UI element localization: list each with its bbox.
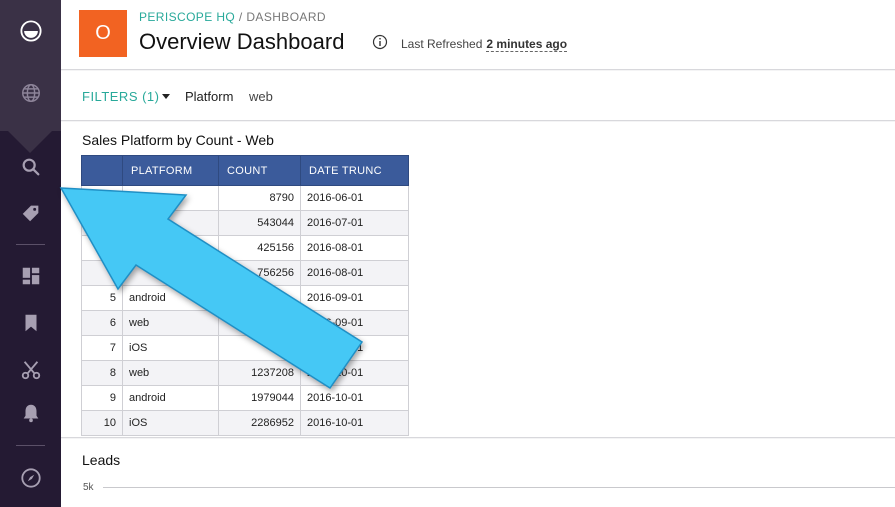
sidebar-divider (16, 445, 45, 446)
platform-cell: android (122, 385, 219, 411)
platform-cell (122, 210, 219, 236)
date-cell: 2016-10-01 (300, 410, 409, 436)
column-header-index[interactable] (81, 155, 123, 186)
last-refreshed-label: Last Refreshed (401, 37, 483, 51)
breadcrumb-page: DASHBOARD (246, 10, 326, 24)
platform-cell: android (122, 285, 219, 311)
compass-icon[interactable] (18, 465, 44, 491)
tag-icon[interactable] (18, 200, 44, 226)
count-cell: 756256 (218, 260, 301, 286)
column-header-date-trunc[interactable]: DATE TRUNC (300, 155, 409, 186)
platform-cell: iOS (122, 410, 219, 436)
table-row: 1 8790 2016-06-01 (81, 185, 409, 211)
dashboard-logo: O (79, 10, 127, 57)
breadcrumb-org-link[interactable]: PERISCOPE HQ (139, 10, 235, 24)
sidebar-divider (16, 244, 45, 245)
widget-title: Leads (82, 452, 121, 468)
platform-cell (122, 260, 219, 286)
last-refreshed: Last Refreshed 2 minutes ago (401, 37, 568, 52)
table-row: 9 android 1979044 2016-10-01 (81, 385, 409, 411)
filters-bar: FILTERS (1) Platform web (61, 71, 895, 121)
count-cell: 543044 (218, 210, 301, 236)
count-cell: 8790 (218, 185, 301, 211)
count-cell (218, 285, 301, 311)
count-cell (218, 310, 301, 336)
platform-cell: web (122, 360, 219, 386)
logo-letter: O (95, 22, 111, 44)
sidebar (0, 0, 61, 507)
platform-cell: iOS (122, 335, 219, 361)
breadcrumb: PERISCOPE HQ / DASHBOARD (139, 10, 326, 24)
column-header-platform[interactable]: PLATFORM (122, 155, 219, 186)
count-cell: 2286952 (218, 410, 301, 436)
row-index: 2 (81, 210, 123, 236)
widget-title: Sales Platform by Count - Web (82, 132, 274, 148)
count-cell (218, 335, 301, 361)
caret-down-icon[interactable] (162, 94, 170, 99)
date-cell: 2016-08-01 (300, 235, 409, 261)
globe-icon[interactable] (18, 80, 44, 106)
date-cell: 2016-09-01 (300, 285, 409, 311)
row-index: 10 (81, 410, 123, 436)
table-row: 6 web 2016-09-01 (81, 310, 409, 336)
table-row: 8 web 1237208 2016-10-01 (81, 360, 409, 386)
row-index: 4 (81, 260, 123, 286)
gridline (103, 487, 895, 488)
sales-platform-widget: Sales Platform by Count - Web PLATFORM C… (61, 122, 895, 438)
info-icon[interactable] (372, 34, 388, 50)
filter-name: Platform (185, 89, 234, 104)
results-table: PLATFORM COUNT DATE TRUNC 1 8790 2016-06-0… (81, 155, 409, 436)
dashboard-icon[interactable] (18, 263, 44, 289)
count-cell: 425156 (218, 235, 301, 261)
table-row: 3 425156 2016-08-01 (81, 235, 409, 261)
row-index: 7 (81, 335, 123, 361)
row-index: 8 (81, 360, 123, 386)
column-header-count[interactable]: COUNT (218, 155, 301, 186)
platform-cell (122, 235, 219, 261)
search-icon[interactable] (18, 154, 44, 180)
table-row: 2 543044 2016-07-01 (81, 210, 409, 236)
date-cell: 2016-07-01 (300, 210, 409, 236)
platform-cell (122, 185, 219, 211)
platform-cell: web (122, 310, 219, 336)
date-cell: 2016-09-01 (300, 335, 409, 361)
row-index: 5 (81, 285, 123, 311)
filters-toggle[interactable]: FILTERS (1) (82, 89, 160, 104)
y-axis-tick: 5k (83, 482, 94, 493)
date-cell: 2016-08-01 (300, 260, 409, 286)
page-title: Overview Dashboard (139, 29, 345, 54)
date-cell: 2016-06-01 (300, 185, 409, 211)
table-row: 10 iOS 2286952 2016-10-01 (81, 410, 409, 436)
row-index: 6 (81, 310, 123, 336)
date-cell: 2016-10-01 (300, 360, 409, 386)
scissors-icon[interactable] (18, 357, 44, 383)
table-row: 5 android 2016-09-01 (81, 285, 409, 311)
row-index: 3 (81, 235, 123, 261)
count-cell: 1979044 (218, 385, 301, 411)
table-row: 4 756256 2016-08-01 (81, 260, 409, 286)
bell-icon[interactable] (18, 400, 44, 426)
date-cell: 2016-09-01 (300, 310, 409, 336)
count-cell: 1237208 (218, 360, 301, 386)
bookmark-icon[interactable] (18, 310, 44, 336)
last-refreshed-value[interactable]: 2 minutes ago (486, 37, 568, 52)
date-cell: 2016-10-01 (300, 385, 409, 411)
app-logo-icon[interactable] (18, 18, 44, 44)
table-header-row: PLATFORM COUNT DATE TRUNC (81, 155, 409, 186)
header: O PERISCOPE HQ / DASHBOARD Overview Dash… (61, 0, 895, 70)
table-row: 7 iOS 2016-09-01 (81, 335, 409, 361)
row-index: 1 (81, 185, 123, 211)
breadcrumb-separator: / (235, 10, 247, 24)
filter-value[interactable]: web (249, 89, 273, 104)
row-index: 9 (81, 385, 123, 411)
leads-widget: Leads 5k (61, 439, 895, 507)
